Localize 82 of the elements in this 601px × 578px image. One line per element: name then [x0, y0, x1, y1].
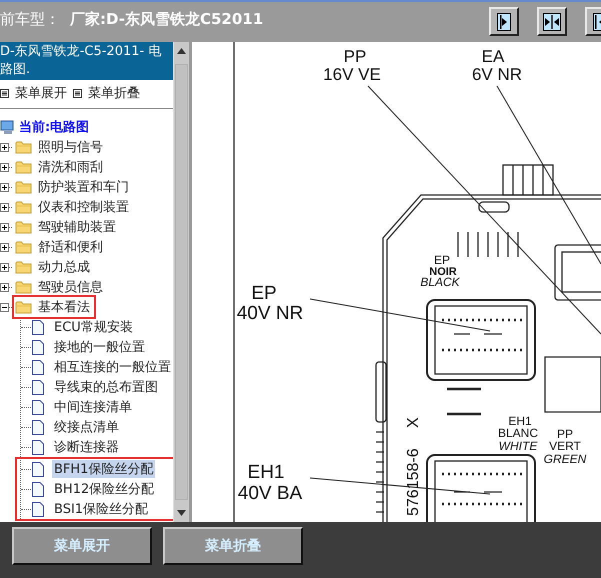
expander-icon[interactable] — [0, 282, 9, 292]
expander-icon[interactable] — [0, 242, 9, 252]
diagram-label: 40V BA — [238, 483, 302, 504]
tree-folder[interactable]: 防护装置和车门 — [38, 178, 129, 196]
menu-link[interactable]: 菜单展开 — [15, 84, 67, 102]
tree-folder[interactable]: 舒适和便利 — [38, 238, 103, 256]
scrollbar-thumb[interactable] — [175, 64, 188, 500]
tree-item[interactable]: BFH1保险丝分配 — [52, 460, 156, 478]
diagram-label: WHITE — [498, 439, 538, 453]
folder-icon — [15, 260, 32, 274]
tree-root[interactable]: 当前:电路图 — [19, 118, 90, 136]
scrollbar[interactable] — [173, 42, 189, 522]
scroll-up-icon[interactable] — [177, 48, 186, 54]
expander-icon[interactable] — [0, 142, 9, 152]
computer-icon — [0, 119, 16, 135]
folder-icon — [15, 200, 32, 214]
diagram-label: PP — [344, 47, 366, 66]
diagram-label: 16V VE — [323, 65, 381, 84]
tree-item[interactable]: ECU常规安装 — [52, 318, 135, 336]
scroll-down-icon[interactable] — [177, 510, 186, 516]
folder-icon — [15, 300, 32, 314]
diagram-label: EP — [251, 283, 277, 304]
tree-item[interactable]: 导线束的总布置图 — [52, 378, 160, 396]
folder-icon — [15, 280, 32, 294]
expander-icon[interactable] — [0, 202, 9, 212]
diagram-label: X — [405, 417, 422, 428]
menu-link[interactable]: 菜单折叠 — [88, 84, 140, 102]
tree-item[interactable]: 中间连接清单 — [52, 398, 134, 416]
expander-icon[interactable] — [0, 302, 9, 312]
diagram-label: BLACK — [420, 275, 460, 289]
diagram-label: GREEN — [544, 452, 586, 466]
panel-toggle-button[interactable] — [489, 7, 519, 36]
diagram-label: EP — [434, 253, 450, 267]
diagram-label: EA — [482, 47, 504, 66]
document-icon — [32, 440, 44, 454]
tree-folder[interactable]: 基本看法 — [38, 298, 90, 316]
diagram-label: VERT — [549, 439, 581, 453]
document-icon — [32, 502, 44, 516]
arrow-right-icon — [497, 12, 511, 30]
diagram-label: 576158-6 — [405, 448, 422, 516]
diagram-label: BLANC — [498, 426, 538, 440]
vehicle-model: 厂家:D-东风雪铁龙C52011 — [70, 10, 264, 28]
diagram-label: EH1 — [508, 414, 532, 428]
document-icon — [32, 482, 44, 496]
folder-icon — [15, 140, 32, 154]
folder-icon — [15, 180, 32, 194]
arrows-inward-icon — [543, 12, 561, 30]
expander-icon[interactable] — [0, 222, 9, 232]
document-icon — [32, 360, 44, 374]
folder-icon — [15, 160, 32, 174]
document-icon — [32, 462, 44, 476]
tree-folder[interactable]: 清洗和雨刮 — [38, 158, 103, 176]
tree-folder[interactable]: 驾驶辅助装置 — [38, 218, 116, 236]
tree-item[interactable]: 绞接点清单 — [52, 418, 121, 436]
expander-icon[interactable] — [0, 262, 9, 272]
diagram-label: EH1 — [248, 462, 284, 483]
vehicle-label: 前车型： — [0, 10, 60, 28]
document-icon — [32, 340, 44, 354]
folder-icon — [15, 220, 32, 234]
panel-toggle-button[interactable] — [537, 7, 567, 36]
document-icon — [32, 400, 44, 414]
document-icon — [32, 420, 44, 434]
diagram-label: 6V NR — [472, 65, 522, 84]
expander-icon[interactable] — [0, 162, 9, 172]
diagram-label: NOIR — [429, 266, 457, 278]
tree-folder[interactable]: 动力总成 — [38, 258, 90, 276]
expander-icon[interactable] — [0, 182, 9, 192]
tree-item[interactable]: 相互连接的一般位置 — [52, 358, 173, 376]
tree-folder[interactable]: 照明与信号 — [38, 138, 103, 156]
tree-item[interactable]: 诊断连接器 — [52, 438, 121, 456]
folder-icon — [15, 240, 32, 254]
list-icon — [73, 88, 82, 98]
tree-item[interactable]: BH12保险丝分配 — [52, 480, 156, 498]
tree-item[interactable]: BSI1保险丝分配 — [52, 500, 150, 518]
diagram-label: PP — [557, 427, 573, 441]
tree-folder[interactable]: 仪表和控制装置 — [38, 198, 129, 216]
tree-folder[interactable]: 驾驶员信息 — [38, 278, 103, 296]
diagram-label: 40V NR — [236, 303, 304, 324]
document-icon — [32, 380, 44, 394]
document-icon — [32, 320, 44, 334]
tree-item[interactable]: 接地的一般位置 — [52, 338, 147, 356]
sidebar-title: D-东风雪铁龙-C5-2011- 电路图. — [0, 42, 174, 80]
